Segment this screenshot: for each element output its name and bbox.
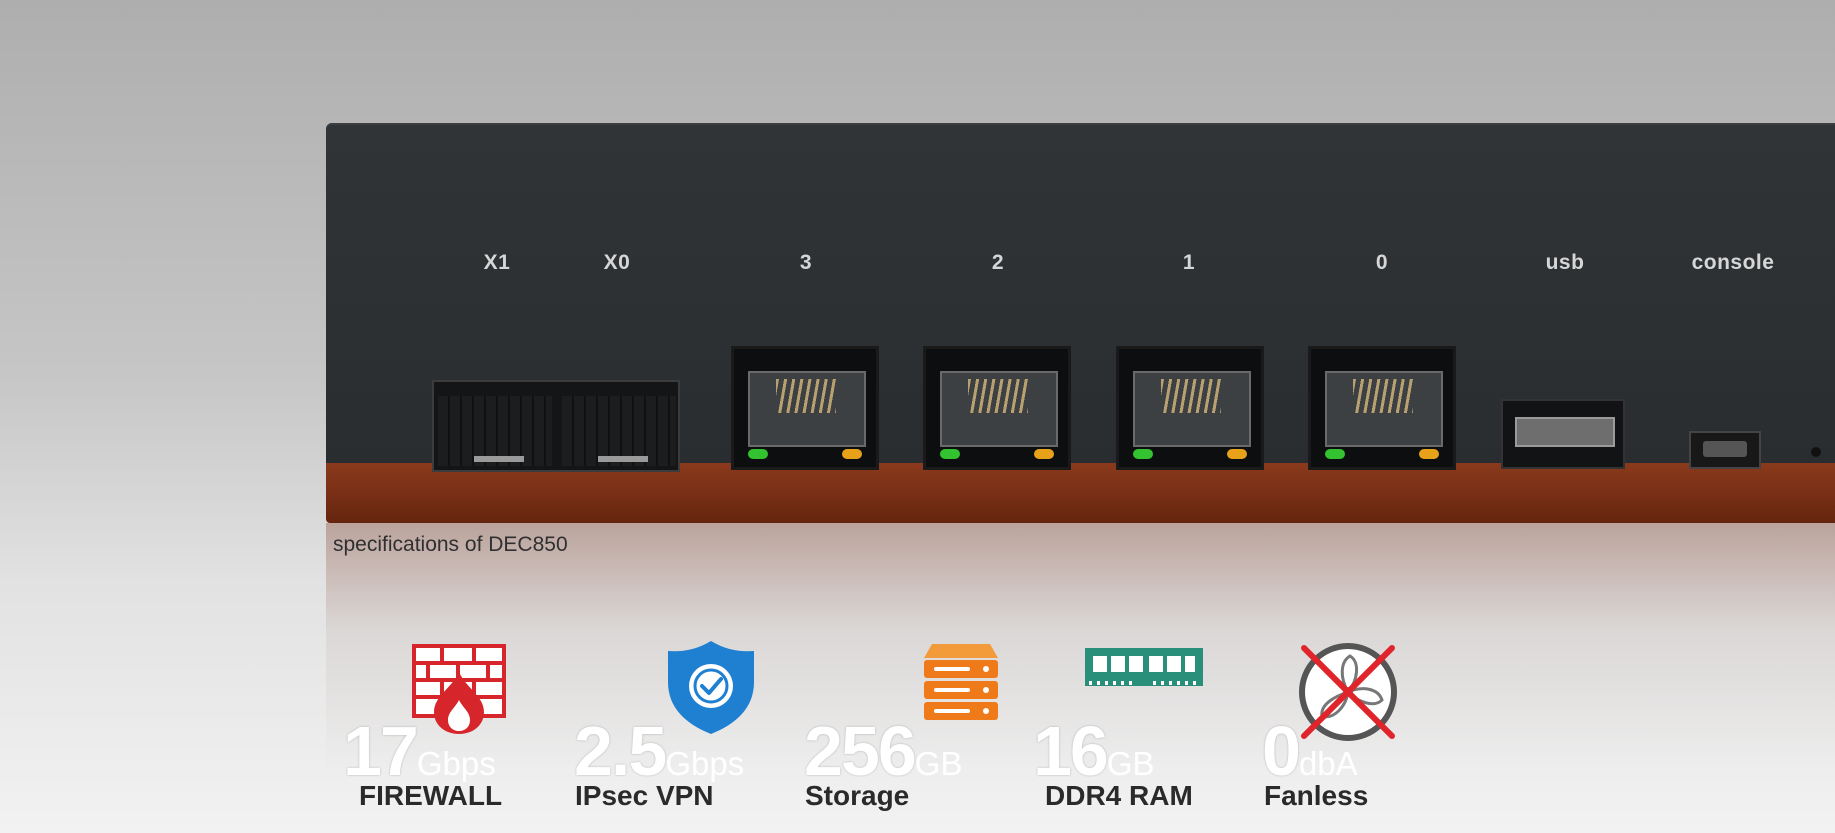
spec-label: FIREWALL — [359, 780, 503, 811]
ethernet-port-1 — [1116, 346, 1264, 470]
sfp-port-x1 — [438, 396, 552, 466]
spec-unit: Gbps — [665, 745, 745, 782]
spec-value: 17 — [343, 712, 419, 790]
ethernet-port-3 — [731, 346, 879, 470]
activity-led — [1034, 449, 1054, 459]
sfp-port-x0 — [562, 396, 676, 466]
link-led — [1133, 449, 1153, 459]
spec-unit: Gbps — [416, 745, 496, 782]
spec-label: Fanless — [1264, 780, 1369, 811]
activity-led — [1419, 449, 1439, 459]
link-led — [1325, 449, 1345, 459]
port-label-2: 2 — [991, 251, 1005, 274]
spec-label: IPsec VPN — [575, 780, 714, 811]
activity-led — [1227, 449, 1247, 459]
port-label-console: console — [1691, 251, 1775, 274]
spec-label: DDR4 RAM — [1045, 780, 1193, 811]
spec-ipsec-vpn: 2.5Gbps — [574, 711, 744, 791]
appliance-base — [326, 463, 1835, 523]
port-label-x0: X0 — [603, 251, 631, 274]
console-port — [1689, 431, 1761, 469]
spec-storage: 256GB — [804, 711, 962, 791]
port-label-usb: usb — [1545, 251, 1585, 274]
ethernet-port-2 — [923, 346, 1071, 470]
port-label-3: 3 — [799, 251, 813, 274]
link-led — [940, 449, 960, 459]
link-led — [748, 449, 768, 459]
sfp-port-cage — [432, 380, 680, 472]
spec-ddr4-ram: 16GB — [1033, 711, 1155, 791]
spec-value: 16 — [1033, 712, 1109, 790]
port-label-0: 0 — [1375, 251, 1389, 274]
specs-caption: specifications of DEC850 — [333, 533, 568, 556]
spec-value: 256 — [804, 712, 917, 790]
spec-fanless: 0dbA — [1262, 711, 1358, 791]
spec-value: 0 — [1262, 712, 1301, 790]
spec-label: Storage — [805, 780, 910, 811]
activity-led — [842, 449, 862, 459]
memory-module-icon — [1085, 648, 1203, 686]
server-storage-icon — [924, 644, 998, 720]
spec-value: 2.5 — [574, 712, 667, 790]
port-label-x1: X1 — [483, 251, 511, 274]
port-label-1: 1 — [1182, 251, 1196, 274]
spec-firewall: 17Gbps — [343, 711, 496, 791]
spec-unit: GB — [1106, 745, 1155, 782]
spec-unit: GB — [914, 745, 963, 782]
reset-pinhole — [1811, 447, 1821, 457]
spec-unit: dbA — [1298, 745, 1358, 782]
product-stage: X1 X0 3 2 1 0 usb console specifications… — [0, 0, 1835, 833]
ethernet-port-0 — [1308, 346, 1456, 470]
usb-port — [1501, 399, 1625, 469]
